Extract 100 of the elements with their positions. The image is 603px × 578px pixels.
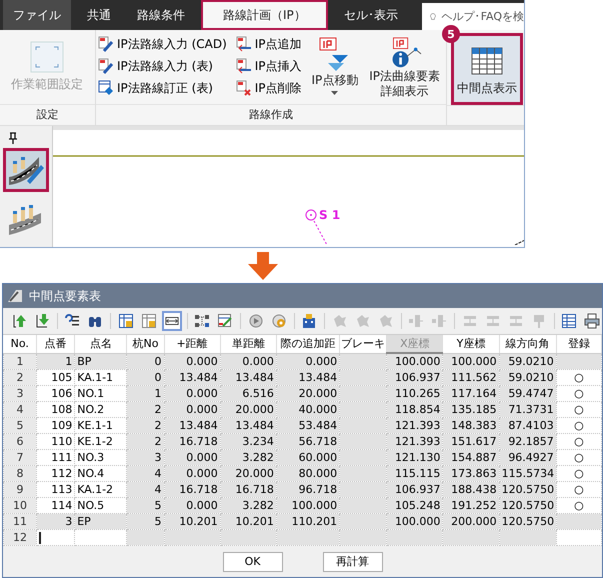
table-icon: [471, 46, 503, 74]
ribbon-button[interactable]: IP法路線入力 (表): [96, 55, 232, 77]
row-number[interactable]: 9: [4, 482, 37, 498]
arrow-document-icon: [236, 36, 252, 52]
align-icon: [484, 313, 500, 329]
group-label: 設定: [0, 104, 95, 125]
plus-distance-cell: 0.000: [164, 498, 220, 514]
help-search-field[interactable]: ヘルプ･FAQを検: [422, 3, 524, 30]
row-number[interactable]: 5: [4, 418, 37, 434]
row-number[interactable]: 1: [4, 353, 37, 370]
ribbon-button[interactable]: IP点削除: [234, 77, 306, 99]
plus-distance-cell: 0.000: [164, 450, 220, 466]
stake-number-cell: 1: [126, 386, 164, 402]
tangent-angle-cell: 87.4103: [499, 418, 556, 434]
column-header[interactable]: ブレーキ: [340, 335, 387, 353]
plus-distance-cell: 0.000: [164, 466, 220, 482]
column-header[interactable]: 点番: [36, 335, 75, 353]
ribbon-tab[interactable]: 路線条件: [127, 0, 195, 30]
button-label: 作業範囲設定: [11, 77, 83, 92]
point-name-cell: KE.1-2: [74, 434, 127, 450]
ribbon-button[interactable]: IP点追加: [234, 33, 306, 55]
row-number[interactable]: 7: [4, 450, 37, 466]
plus-distance-cell: 13.484: [164, 370, 220, 386]
row-number[interactable]: 6: [4, 434, 37, 450]
x-coordinate-cell: 115.115: [386, 466, 443, 482]
row-number[interactable]: 10: [4, 498, 37, 514]
y-coordinate-cell: 151.617: [442, 434, 500, 450]
ribbon-tab[interactable]: ファイル: [3, 0, 71, 30]
column-header[interactable]: No.: [4, 335, 37, 353]
column-header[interactable]: Y座標: [442, 335, 500, 353]
play-icon: [248, 313, 264, 329]
column-header[interactable]: 登録: [556, 335, 602, 353]
row-number[interactable]: 12: [4, 530, 37, 546]
table-edit-icon: [217, 313, 234, 329]
ribbon-tab[interactable]: セル･表示: [334, 0, 408, 30]
ribbon-tab[interactable]: 路線計画（IP）: [201, 0, 328, 30]
row-number[interactable]: 2: [4, 370, 37, 386]
shape-icon: [378, 313, 394, 329]
point-number-cell: 105: [36, 370, 75, 386]
x-coordinate-cell: 106.937: [386, 370, 443, 386]
settings-icon: [270, 313, 287, 329]
cumulative-distance-cell: 40.000: [276, 402, 340, 418]
row-number[interactable]: 11: [4, 514, 37, 530]
width-button[interactable]: [162, 311, 182, 331]
app-icon: [7, 288, 23, 304]
row-number[interactable]: 3: [4, 386, 37, 402]
dashed-line: [514, 240, 524, 245]
ribbon-button[interactable]: IP法曲線要素 詳細表示: [366, 33, 444, 99]
single-distance-cell: 3.234: [220, 434, 276, 450]
ribbon-button[interactable]: IP法路線訂正 (表): [96, 77, 232, 99]
ribbon-button[interactable]: IP法路線入力 (CAD): [96, 33, 232, 55]
point-name-cell: KA.1-2: [74, 482, 127, 498]
frame-icon: [30, 41, 64, 73]
align-icon: [462, 313, 478, 329]
column-header[interactable]: 点名: [74, 335, 127, 353]
row-number[interactable]: 8: [4, 466, 37, 482]
row-number[interactable]: 4: [4, 402, 37, 418]
column-header[interactable]: 際の追加距: [276, 335, 340, 353]
registered-cell: ○: [556, 498, 602, 514]
tool-button[interactable]: [3, 148, 49, 192]
cumulative-distance-cell: 100.000: [276, 498, 340, 514]
single-distance-cell: 3.282: [220, 450, 276, 466]
registered-cell: ○: [556, 482, 602, 498]
single-distance-cell: 10.201: [220, 514, 276, 530]
ribbon-button[interactable]: IP点移動: [308, 33, 362, 99]
grid-icon: [118, 313, 134, 329]
pen-document-icon: [98, 36, 114, 52]
point-number-cell: 111: [36, 450, 75, 466]
ribbon-tab[interactable]: 共通: [77, 0, 121, 30]
cumulative-distance-cell: 56.718: [276, 434, 340, 450]
stake-number-cell: 4: [126, 466, 164, 482]
plus-distance-cell: 16.718: [164, 482, 220, 498]
stake-number-cell: 2: [126, 418, 164, 434]
y-coordinate-cell: 200.000: [442, 514, 500, 530]
point-number-cell: 3: [36, 514, 75, 530]
tangent-angle-cell: 120.5750: [499, 498, 556, 514]
y-coordinate-cell: 173.863: [442, 466, 500, 482]
point-number-cell: 114: [36, 498, 75, 514]
tangent-angle-cell: 59.4747: [499, 386, 556, 402]
down-arrow-icon: [248, 252, 278, 280]
ok-button[interactable]: OK: [222, 552, 282, 572]
stake-number-cell: 0: [126, 353, 164, 370]
shape-icon: [354, 313, 371, 329]
print-icon: [584, 313, 600, 329]
registered-cell: ○: [556, 466, 602, 482]
grid-icon: [140, 313, 157, 329]
column-header[interactable]: 単距離: [220, 335, 276, 353]
recalculate-button[interactable]: 再計算: [322, 552, 382, 572]
registered-cell: ○: [556, 386, 602, 402]
dialog-title: 中間点要素表: [29, 288, 101, 304]
column-header[interactable]: 杭No: [126, 335, 164, 353]
column-header[interactable]: +距離: [164, 335, 220, 353]
column-header[interactable]: 線方向角: [499, 335, 556, 353]
registered-cell: ○: [556, 434, 602, 450]
point-number-cell: 106: [36, 386, 75, 402]
nodes-icon: [194, 313, 210, 329]
ribbon-button[interactable]: IP点挿入: [234, 55, 306, 77]
diamond-document-icon: [98, 80, 114, 96]
y-coordinate-cell: 111.562: [442, 370, 500, 386]
print-button[interactable]: [582, 311, 602, 331]
